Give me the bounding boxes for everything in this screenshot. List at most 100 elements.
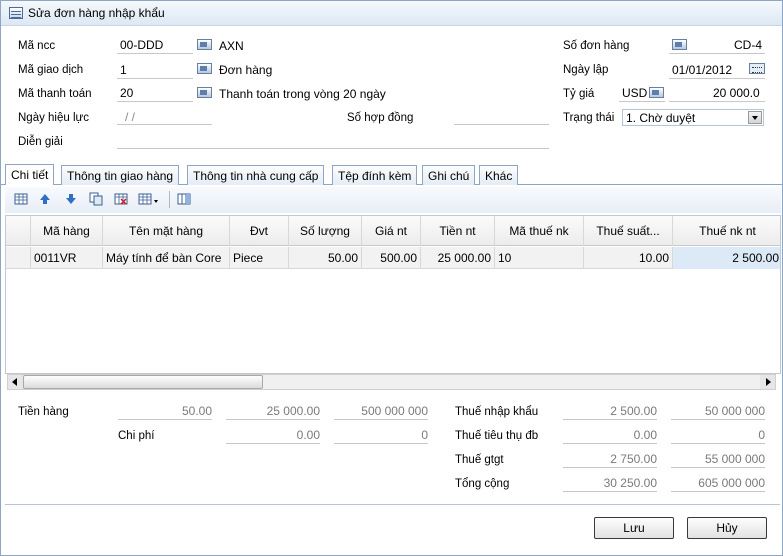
ma-thanh-toan-lookup-icon[interactable] [197,87,212,98]
ma-ncc-input[interactable]: 00-DDD [120,38,163,52]
chi-phi-label: Chi phí [118,430,155,442]
toolbar-divider [169,191,170,208]
table-row[interactable]: 0011VR Máy tính để bàn Core Piece 50.00 … [6,247,780,269]
ngay-lap-input[interactable]: 01/01/2012 [672,63,732,77]
grid-toolbar [5,187,781,213]
ma-ncc-name: AXN [219,39,244,53]
title-bar: Sửa đơn hàng nhập khẩu [1,1,782,26]
calendar-icon[interactable] [749,63,765,74]
thue-gtgt: 55 000 000 [671,452,765,468]
thue-tieu-thu-db: 0 [671,428,765,444]
trang-thai-value: 1. Chờ duyệt [626,111,696,125]
tien-hang-tien-nt: 25 000.00 [226,404,320,420]
tab-tep-dinh-kem[interactable]: Tệp đính kèm [332,165,418,185]
move-up-icon[interactable] [38,192,52,206]
ma-giao-dich-underline [117,78,193,79]
tong-cong-label: Tổng cộng [455,478,510,490]
thue-nhap-khau-label: Thuế nhập khẩu [455,406,539,418]
cell-ma-thue-nk[interactable]: 10 [495,247,584,269]
ma-thanh-toan-input[interactable]: 20 [120,86,133,100]
dien-giai-label: Diễn giải [18,136,63,148]
chevron-down-icon[interactable] [748,111,762,124]
ma-thanh-toan-label: Mã thanh toán [18,88,92,100]
cell-thue-suat[interactable]: 10.00 [584,247,673,269]
ma-giao-dich-label: Mã giao dịch [18,64,84,76]
ma-thanh-toan-name: Thanh toán trong vòng 20 ngày [219,87,386,101]
tab-thong-tin-giao-hang[interactable]: Thông tin giao hàng [61,165,180,185]
chi-phi-nt: 0.00 [226,428,320,444]
col-header-thue-nk-nt[interactable]: Thuế nk nt [673,216,780,246]
so-don-hang-lookup-icon[interactable] [672,39,687,50]
row-selector-header [6,216,31,246]
cancel-button[interactable]: Hủy [687,517,767,539]
cell-ma-hang[interactable]: 0011VR [31,247,103,269]
ma-ncc-label: Mã ncc [18,40,56,52]
col-header-thue-suat[interactable]: Thuế suất... [584,216,673,246]
ty-gia-input[interactable]: 20 000.0 [713,86,760,100]
copy-icon[interactable] [89,192,103,206]
currency-underline [619,101,665,102]
ma-ncc-underline [117,53,193,54]
window-icon [9,7,23,19]
col-header-dvt[interactable]: Đvt [230,216,289,246]
tong-cong-nt: 30 250.00 [563,476,657,492]
currency-lookup-icon[interactable] [649,87,664,98]
cell-so-luong[interactable]: 50.00 [289,247,362,269]
ngay-hieu-luc-input[interactable]: / / [125,110,135,124]
thue-nhap-khau: 50 000 000 [671,404,765,420]
tab-thong-tin-nha-cung-cap[interactable]: Thông tin nhà cung cấp [187,165,325,185]
tab-ghi-chu[interactable]: Ghi chú [422,165,476,185]
grid-header: Mã hàng Tên mặt hàng Đvt Số lượng Giá nt… [6,216,780,246]
ma-giao-dich-name: Đơn hàng [219,63,273,77]
row-selector[interactable] [6,247,31,269]
horizontal-scrollbar[interactable] [7,374,776,390]
dien-giai-underline [117,148,549,149]
thue-gtgt-label: Thuế gtgt [455,454,504,466]
cell-tien-nt[interactable]: 25 000.00 [421,247,495,269]
ngay-hieu-luc-label: Ngày hiệu lực [18,112,89,124]
tien-hang-tien: 500 000 000 [334,404,428,420]
tong-cong: 605 000 000 [671,476,765,492]
cell-thue-nk-nt[interactable]: 2 500.00 [673,247,780,269]
so-don-hang-label: Số đơn hàng [563,40,630,52]
ma-giao-dich-lookup-icon[interactable] [197,63,212,74]
thue-tieu-thu-db-label: Thuế tiêu thụ đb [455,430,539,442]
tab-khac[interactable]: Khác [479,165,519,185]
ma-ncc-lookup-icon[interactable] [197,39,212,50]
ma-thanh-toan-underline [117,101,193,102]
currency-input[interactable]: USD [622,86,647,100]
scroll-right-icon[interactable] [760,375,775,389]
tab-chi-tiet[interactable]: Chi tiết [5,164,55,185]
thue-nhap-khau-nt: 2 500.00 [563,404,657,420]
delete-icon[interactable] [114,192,128,206]
ngay-lap-label: Ngày lập [563,64,609,76]
chi-phi: 0 [334,428,428,444]
thue-tieu-thu-db-nt: 0.00 [563,428,657,444]
ma-giao-dich-input[interactable]: 1 [120,63,127,77]
window-title: Sửa đơn hàng nhập khẩu [28,6,165,20]
columns-icon[interactable] [177,192,191,206]
thue-gtgt-nt: 2 750.00 [563,452,657,468]
tien-hang-label: Tiền hàng [18,406,69,418]
trang-thai-select[interactable]: 1. Chờ duyệt [622,109,764,126]
scroll-left-icon[interactable] [8,375,23,389]
cell-gia-nt[interactable]: 500.00 [362,247,421,269]
col-header-so-luong[interactable]: Số lượng [289,216,362,246]
so-hop-dong-underline [454,124,549,125]
col-header-ma-hang[interactable]: Mã hàng [31,216,103,246]
add-row-icon[interactable] [14,192,28,206]
col-header-tien-nt[interactable]: Tiền nt [421,216,495,246]
so-don-hang-input[interactable]: CD-4 [734,38,762,52]
grid-menu-icon[interactable] [138,192,162,206]
move-down-icon[interactable] [64,192,78,206]
so-hop-dong-label: Số hợp đồng [347,112,414,124]
save-button[interactable]: Lưu [594,517,674,539]
ty-gia-underline [669,101,765,102]
col-header-ma-thue-nk[interactable]: Mã thuế nk [495,216,584,246]
cell-ten-mat-hang[interactable]: Máy tính để bàn Core [103,247,230,269]
cell-dvt[interactable]: Piece [230,247,289,269]
scroll-thumb[interactable] [23,375,263,389]
col-header-gia-nt[interactable]: Giá nt [362,216,421,246]
so-don-hang-underline [669,53,765,54]
col-header-ten-mat-hang[interactable]: Tên mặt hàng [103,216,230,246]
